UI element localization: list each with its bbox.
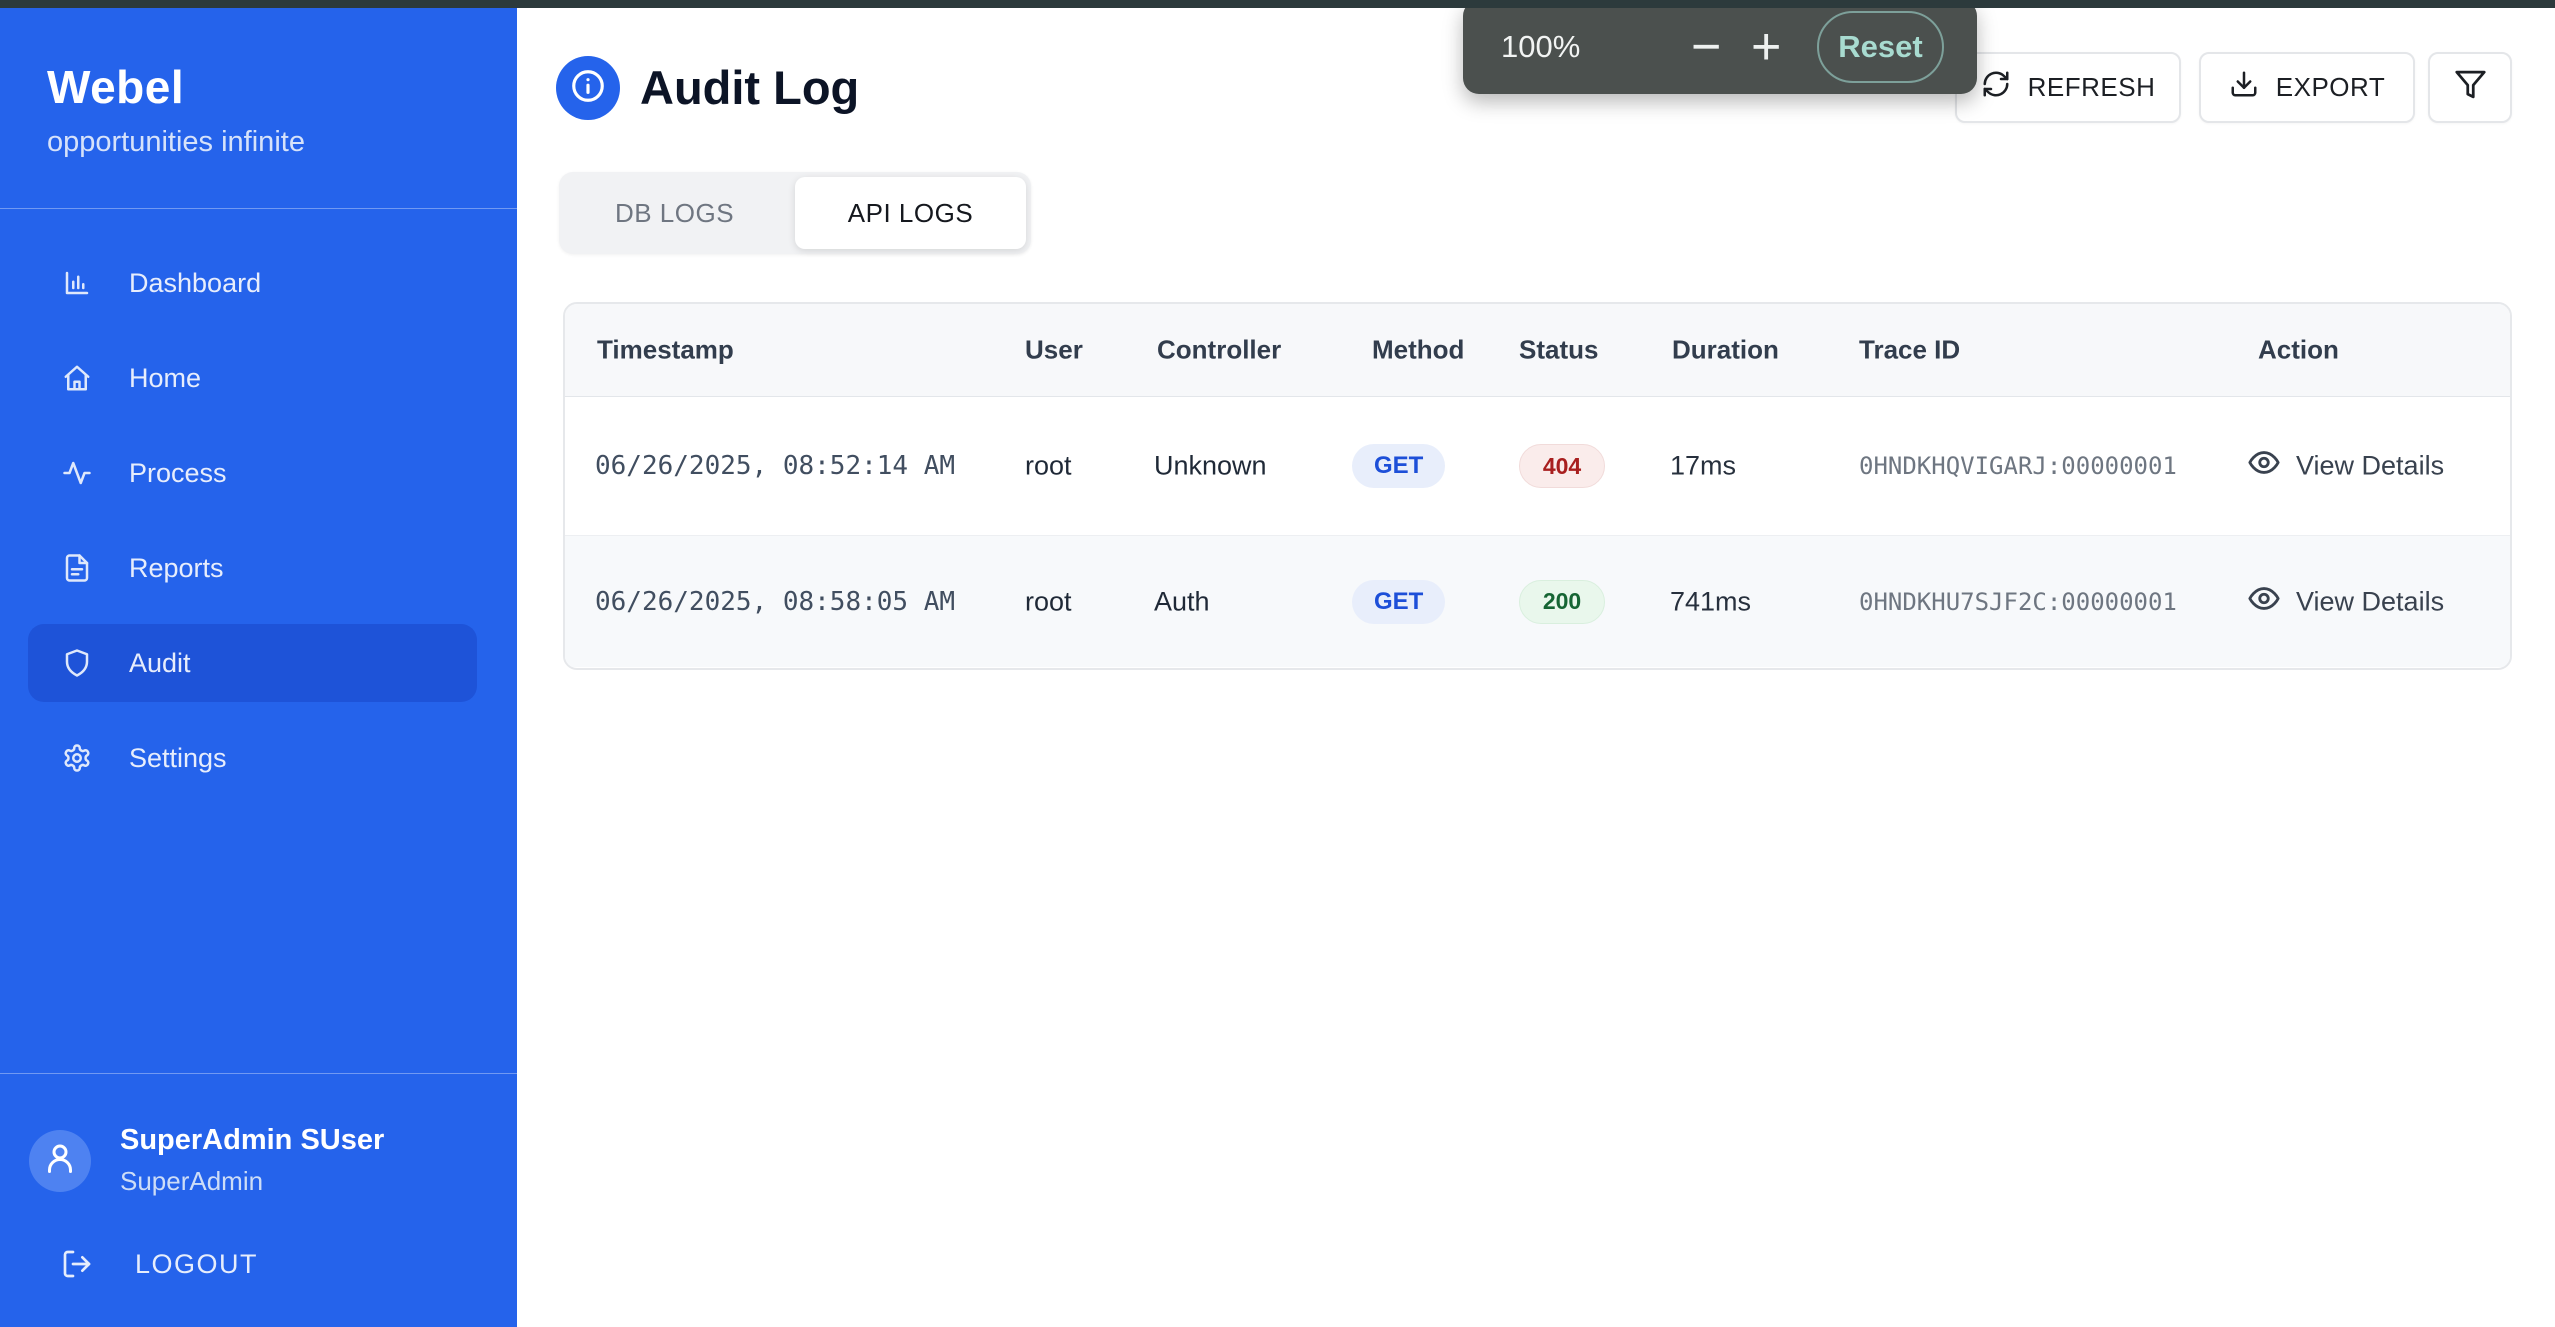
sidebar-item-label: Audit [129, 647, 191, 678]
zoom-level-value: 100% [1501, 29, 1581, 64]
logout-icon [61, 1248, 93, 1280]
column-header-status: Status [1519, 334, 1599, 365]
column-header-controller: Controller [1157, 334, 1282, 365]
refresh-icon [1981, 69, 2011, 106]
shield-icon [62, 648, 92, 678]
sidebar-item-settings[interactable]: Settings [28, 719, 477, 797]
tab-db-logs[interactable]: DB LOGS [559, 172, 790, 254]
table-header-row: Timestamp User Controller Method Status … [565, 304, 2510, 397]
column-header-method: Method [1372, 334, 1465, 365]
gear-icon [62, 743, 92, 773]
cell-controller: Auth [1154, 586, 1210, 616]
document-icon [62, 553, 92, 583]
audit-log-page: Webel opportunities infinite Dashboard H… [0, 0, 2555, 1327]
eye-icon [2247, 581, 2281, 622]
view-details-button[interactable]: View Details [2247, 446, 2444, 487]
export-label: EXPORT [2275, 72, 2386, 102]
cell-controller: Unknown [1154, 450, 1267, 481]
column-header-duration: Duration [1672, 334, 1779, 365]
sidebar-item-process[interactable]: Process [28, 434, 477, 512]
sidebar-item-home[interactable]: Home [28, 339, 477, 417]
column-header-action: Action [2258, 334, 2339, 365]
column-header-trace-id: Trace ID [1859, 334, 1961, 365]
sidebar-item-label: Reports [129, 552, 224, 583]
user-meta: SuperAdmin SUser SuperAdmin [120, 1124, 384, 1197]
user-name: SuperAdmin SUser [120, 1124, 385, 1156]
sidebar-user: SuperAdmin SUser SuperAdmin [29, 1124, 384, 1197]
zoom-out-button[interactable]: − [1691, 21, 1721, 73]
table-row: 06/26/2025, 08:52:14 AM root Unknown GET… [565, 397, 2510, 536]
user-icon [42, 1140, 78, 1181]
view-details-button[interactable]: View Details [2247, 581, 2444, 622]
sidebar-nav: Dashboard Home Process Reports Audit Set… [28, 244, 477, 814]
cell-duration: 17ms [1670, 450, 1737, 481]
user-role: SuperAdmin [120, 1166, 264, 1196]
bar-chart-icon [62, 268, 92, 298]
activity-icon [62, 458, 92, 488]
sidebar-item-reports[interactable]: Reports [28, 529, 477, 607]
info-icon [569, 67, 607, 110]
cell-user: root [1025, 586, 1072, 616]
sidebar-item-dashboard[interactable]: Dashboard [28, 244, 477, 322]
browser-zoom-overlay: 100% − + Reset [1463, 0, 1977, 94]
audit-info-badge[interactable] [556, 56, 620, 120]
table-row: 06/26/2025, 08:58:05 AM root Auth GET 20… [565, 536, 2510, 667]
cell-trace-id: 0HNDKHQVIGARJ:00000001 [1859, 452, 2177, 480]
refresh-button[interactable]: REFRESH [1955, 52, 2181, 123]
cell-timestamp: 06/26/2025, 08:52:14 AM [595, 451, 956, 481]
sidebar-item-label: Home [129, 362, 202, 393]
column-header-user: User [1025, 334, 1083, 365]
status-badge: 404 [1519, 444, 1605, 488]
cell-timestamp: 06/26/2025, 08:58:05 AM [595, 586, 956, 617]
zoom-in-button[interactable]: + [1751, 21, 1781, 73]
cell-duration: 741ms [1670, 586, 1752, 616]
sidebar-item-audit[interactable]: Audit [28, 624, 477, 702]
audit-log-table: Timestamp User Controller Method Status … [563, 302, 2512, 670]
download-icon [2229, 69, 2259, 106]
eye-icon [2247, 446, 2281, 487]
cell-user: root [1025, 450, 1072, 481]
page-title: Audit Log [640, 61, 860, 114]
tab-api-logs[interactable]: API LOGS [795, 177, 1026, 249]
status-badge: 200 [1519, 579, 1605, 624]
sidebar-divider [0, 1073, 517, 1074]
cell-trace-id: 0HNDKHU7SJF2C:00000001 [1859, 587, 2177, 616]
filter-icon [2454, 68, 2487, 108]
column-header-timestamp: Timestamp [597, 334, 734, 365]
log-type-tabs: DB LOGS API LOGS [559, 172, 1031, 254]
method-badge: GET [1352, 579, 1446, 624]
export-button[interactable]: EXPORT [2199, 52, 2415, 123]
view-details-label: View Details [2296, 586, 2445, 616]
sidebar-item-label: Dashboard [129, 267, 262, 298]
filter-button[interactable] [2428, 52, 2512, 123]
view-details-label: View Details [2296, 450, 2445, 481]
brand-tagline: opportunities infinite [47, 126, 305, 158]
sidebar-divider [0, 208, 517, 209]
home-icon [62, 363, 92, 393]
zoom-reset-button[interactable]: Reset [1817, 11, 1944, 83]
browser-top-strip [0, 0, 2555, 8]
avatar [29, 1129, 91, 1192]
logout-label: LOGOUT [135, 1248, 259, 1279]
method-badge: GET [1352, 444, 1446, 488]
refresh-label: REFRESH [2027, 72, 2156, 102]
brand-name: Webel [47, 61, 185, 113]
sidebar-item-label: Settings [129, 742, 227, 773]
sidebar-item-label: Process [129, 457, 227, 488]
logout-button[interactable]: LOGOUT [29, 1240, 264, 1288]
sidebar: Webel opportunities infinite Dashboard H… [0, 8, 517, 1327]
